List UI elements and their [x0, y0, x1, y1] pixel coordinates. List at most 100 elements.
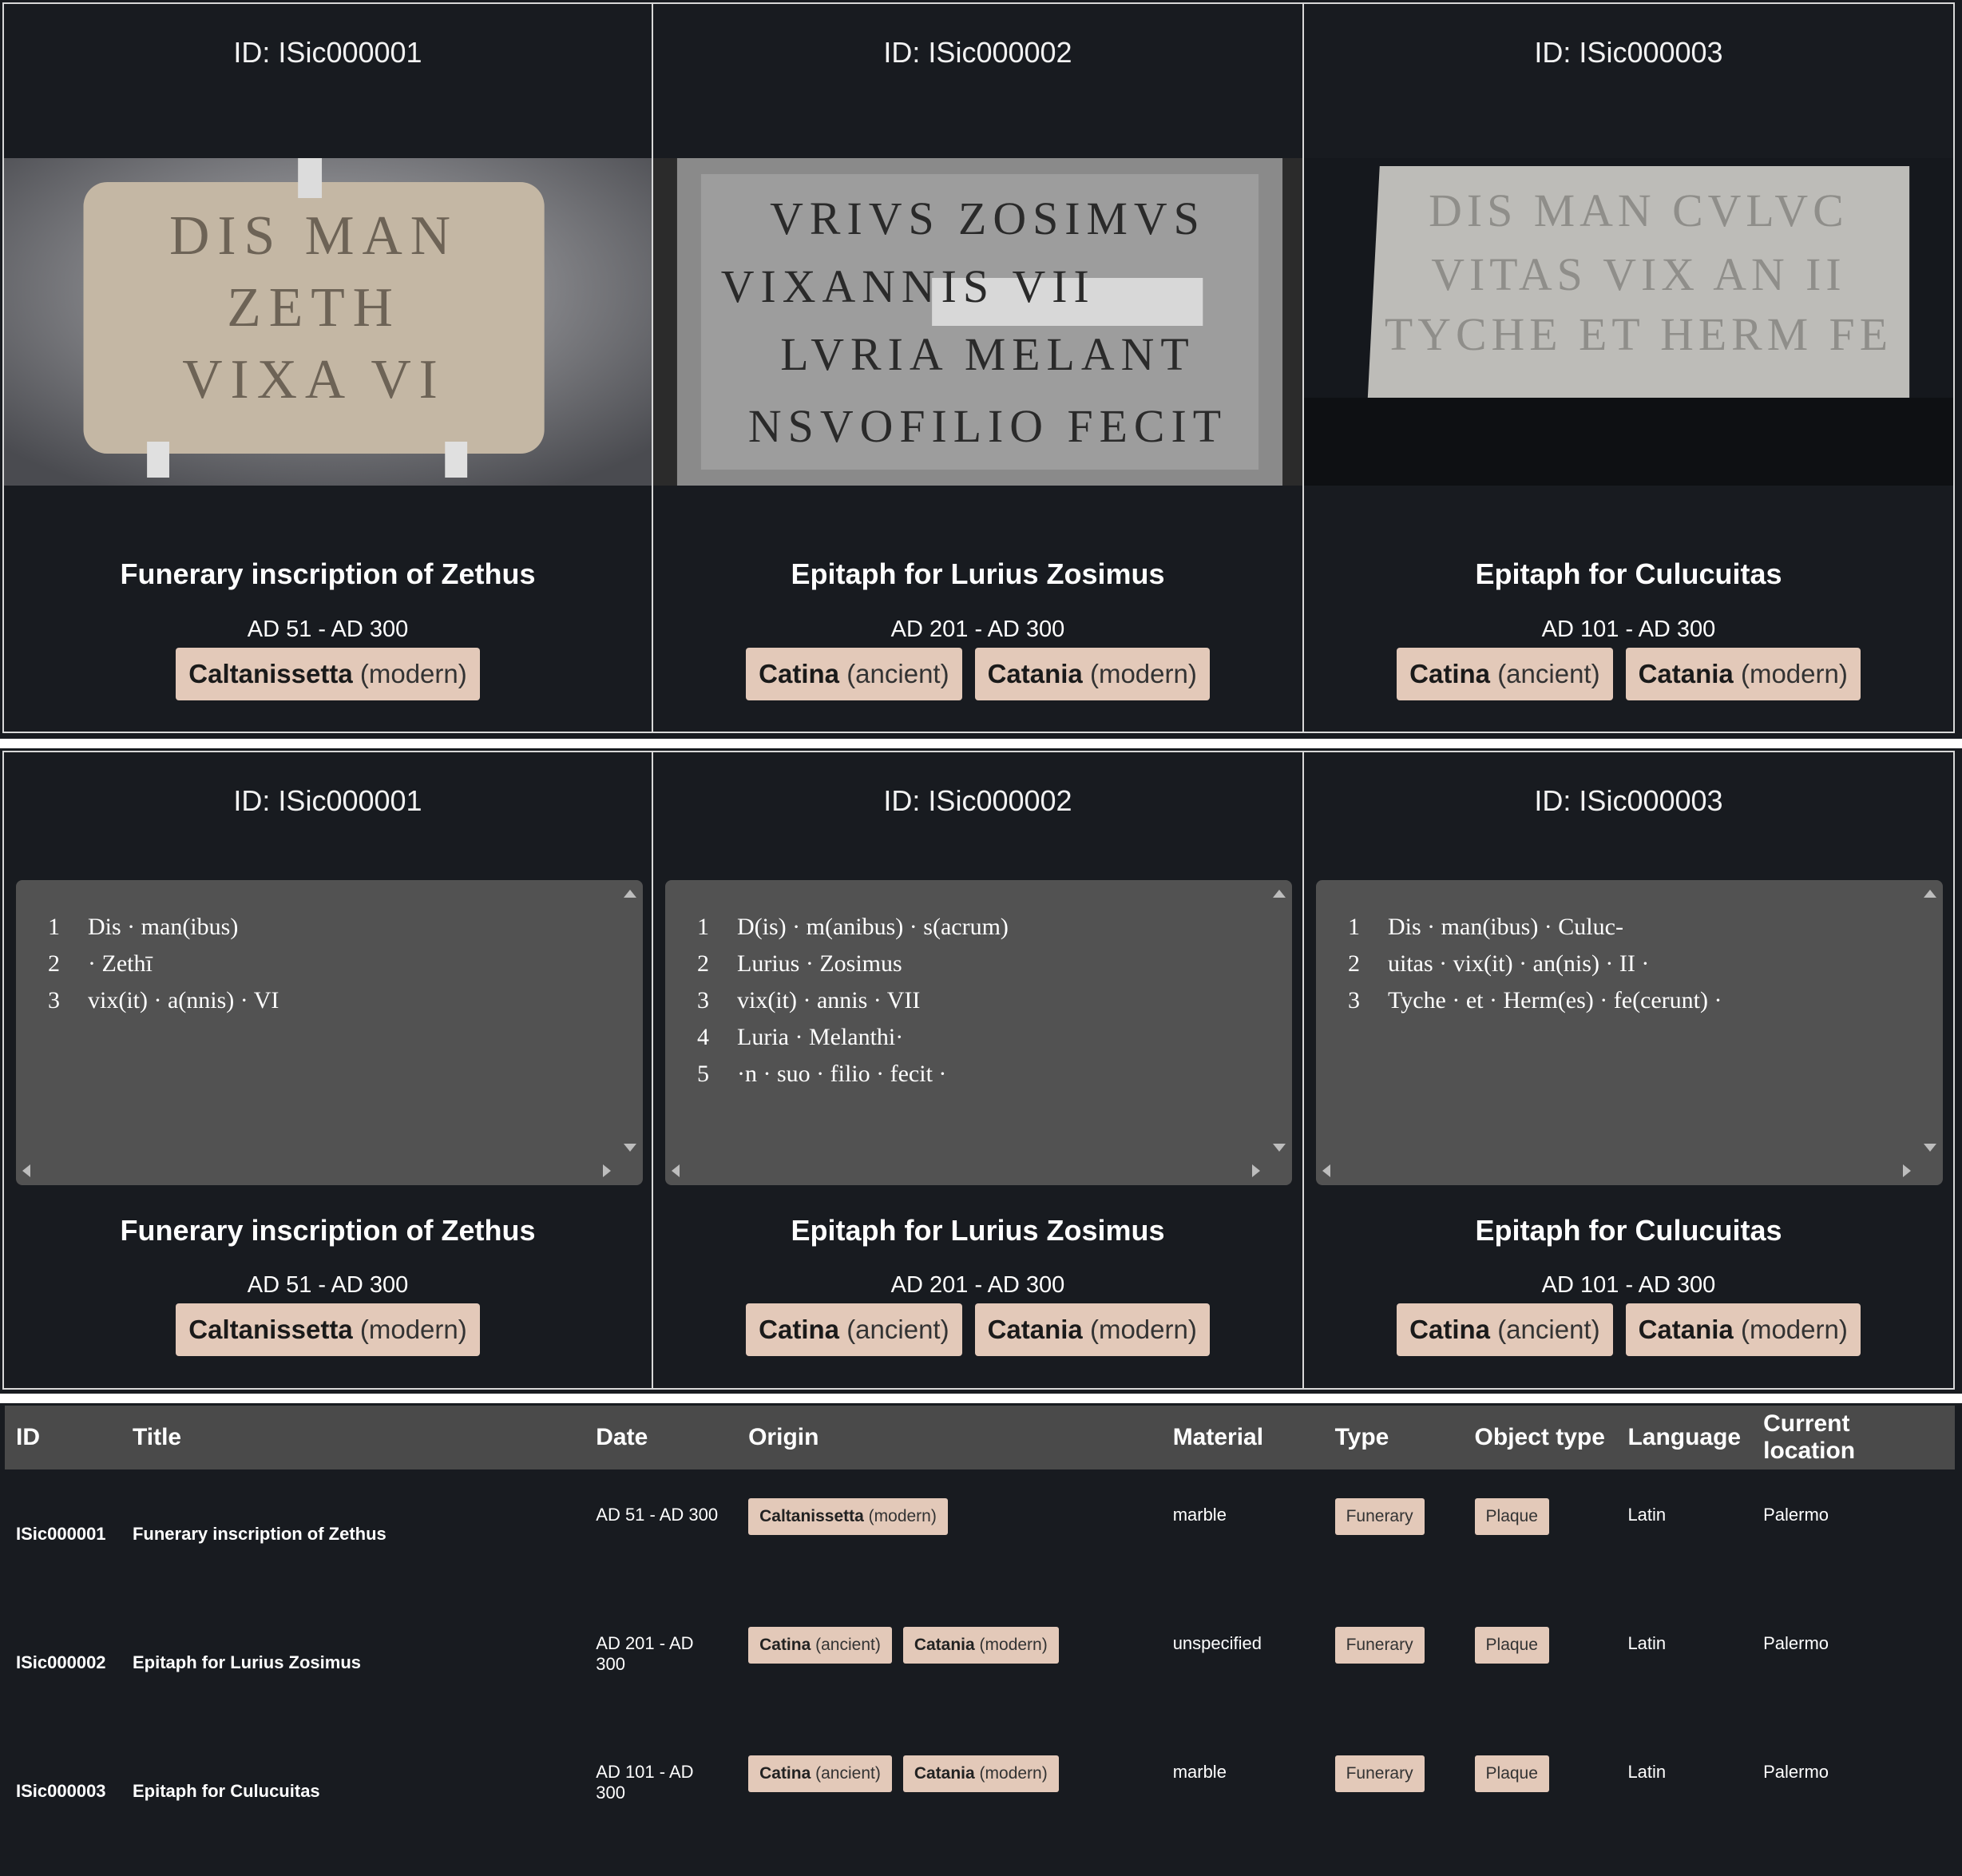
place-tag[interactable]: Catania (modern) [902, 1627, 1059, 1664]
cell-origin: Caltanissetta (modern) [737, 1469, 1162, 1598]
scroll-up-icon[interactable] [1924, 890, 1936, 898]
place-kind: (modern) [1089, 1315, 1197, 1344]
cell-title[interactable]: Epitaph for Culucuitas [121, 1727, 585, 1855]
text-line-content: · Zethī [88, 950, 153, 977]
inscription-text-panel[interactable]: 1 Dis · man(ibus) 2 · Zethī 3 vix(it) · a(n… [16, 880, 643, 1185]
place-name: Catania [1638, 1315, 1734, 1344]
place-name: Catina [759, 659, 840, 688]
svg-text:VRIVS ZOSIMVS: VRIVS ZOSIMVS [770, 192, 1206, 244]
place-name: Catina [1409, 659, 1491, 688]
inscription-photo[interactable]: DIS MAN CVLVC VITAS VIX AN II TYCHE ET H… [1304, 158, 1953, 486]
place-kind: (modern) [359, 659, 467, 688]
place-tag[interactable]: Catina (ancient) [1397, 648, 1613, 700]
text-line-content: Luria · Melanthi· [737, 1024, 904, 1050]
text-card-grid: ID: ISic000001 1 Dis · man(ibus) 2 · Zethī… [0, 748, 1962, 1394]
scroll-left-icon[interactable] [22, 1164, 30, 1177]
column-header-origin[interactable]: Origin [737, 1406, 1162, 1469]
place-tag[interactable]: Catania (modern) [1625, 648, 1861, 700]
cell-location: Palermo [1763, 1633, 1829, 1653]
text-line: 1 D(is) · m(anibus) · s(acrum) [697, 914, 1009, 940]
column-header-title[interactable]: Title [121, 1406, 585, 1469]
inscription-text-panel[interactable]: 1 Dis · man(ibus) · Culuc- 2 uitas · vix(i… [1316, 880, 1943, 1185]
text-line: 2 · Zethī [48, 950, 153, 977]
place-tag[interactable]: Caltanissetta (modern) [176, 1303, 480, 1356]
text-line-content: vix(it) · a(nnis) · VI [88, 987, 279, 1013]
card-title: Funerary inscription of Zethus [120, 557, 536, 590]
column-header-type[interactable]: Type [1324, 1406, 1464, 1469]
card-id: ID: ISic000002 [883, 36, 1072, 69]
card-id: ID: ISic000003 [1534, 784, 1723, 817]
cell-title[interactable]: Funerary inscription of Zethus [121, 1469, 585, 1598]
place-kind: (ancient) [846, 659, 949, 688]
inscription-card[interactable]: ID: ISic000001 DIS MAN ZETH VIXA VI Fune… [2, 2, 653, 733]
place-tag[interactable]: Catina (ancient) [1397, 1303, 1613, 1356]
inscription-photo[interactable]: VRIVS ZOSIMVS VIXANNIS VII LVRIA MELANT … [653, 158, 1302, 486]
cell-object-type: Plaque [1464, 1598, 1617, 1727]
place-kind: (modern) [359, 1315, 467, 1344]
place-tag[interactable]: Catania (modern) [902, 1755, 1059, 1792]
inscription-card[interactable]: ID: ISic000003 DIS MAN CVLVC VITAS VIX A… [1304, 2, 1955, 733]
type-tag[interactable]: Funerary [1334, 1627, 1425, 1664]
card-title: Funerary inscription of Zethus [120, 1214, 536, 1247]
text-line: 1 Dis · man(ibus) [48, 914, 239, 940]
cell-material: marble [1172, 1762, 1227, 1782]
inscription-text-panel[interactable]: 1 D(is) · m(anibus) · s(acrum) 2 Lurius · … [665, 880, 1292, 1185]
object-type-tag[interactable]: Plaque [1474, 1627, 1549, 1664]
scroll-right-icon[interactable] [1903, 1164, 1911, 1177]
place-tag[interactable]: Catania (modern) [1625, 1303, 1861, 1356]
type-tag[interactable]: Funerary [1334, 1755, 1425, 1792]
column-header-current-location[interactable]: Current location [1752, 1406, 1955, 1469]
inscription-card[interactable]: ID: ISic000002 VRIVS ZOSIMVS VIXANNIS VI… [653, 2, 1304, 733]
table-row[interactable]: ISic000001 Funerary inscription of Zethu… [5, 1469, 1955, 1598]
place-tags: Caltanissetta (modern) [4, 1303, 652, 1356]
place-tag[interactable]: Catina (ancient) [746, 648, 962, 700]
table-row[interactable]: ISic000002 Epitaph for Lurius Zosimus AD… [5, 1598, 1955, 1727]
scroll-up-icon[interactable] [1273, 890, 1286, 898]
card-id: ID: ISic000002 [883, 784, 1072, 817]
cell-title[interactable]: Epitaph for Lurius Zosimus [121, 1598, 585, 1727]
inscription-card[interactable]: ID: ISic000002 1 D(is) · m(anibus) · s(ac… [653, 751, 1304, 1390]
svg-text:DIS MAN: DIS MAN [169, 205, 458, 267]
text-line: 1 Dis · man(ibus) · Culuc- [1348, 914, 1623, 940]
table-row[interactable]: ISic000003 Epitaph for Culucuitas AD 101… [5, 1727, 1955, 1855]
scroll-down-icon[interactable] [624, 1144, 636, 1152]
column-header-date[interactable]: Date [585, 1406, 737, 1469]
place-tag[interactable]: Caltanissetta (modern) [748, 1498, 948, 1535]
scroll-right-icon[interactable] [603, 1164, 611, 1177]
text-line: 3 Tyche · et · Herm(es) · fe(cerunt) · [1348, 987, 1722, 1013]
place-name: Caltanissetta [188, 1315, 353, 1344]
object-type-tag[interactable]: Plaque [1474, 1498, 1549, 1535]
column-header-object-type[interactable]: Object type [1464, 1406, 1617, 1469]
svg-text:NSVOFILIO FECIT: NSVOFILIO FECIT [748, 400, 1227, 452]
column-header-language[interactable]: Language [1616, 1406, 1752, 1469]
place-tag[interactable]: Caltanissetta (modern) [176, 648, 480, 700]
inscription-card[interactable]: ID: ISic000003 1 Dis · man(ibus) · Culuc-… [1304, 751, 1955, 1390]
scroll-left-icon[interactable] [1322, 1164, 1330, 1177]
scroll-up-icon[interactable] [624, 890, 636, 898]
scroll-right-icon[interactable] [1252, 1164, 1260, 1177]
place-name: Catania [914, 1764, 975, 1783]
inscriptions-table: ID Title Date Origin Material Type Objec… [5, 1406, 1955, 1855]
place-tag[interactable]: Catina (ancient) [748, 1627, 892, 1664]
cell-object-type: Plaque [1464, 1727, 1617, 1855]
place-tag[interactable]: Catania (modern) [974, 648, 1210, 700]
column-header-id[interactable]: ID [5, 1406, 121, 1469]
cell-location: Palermo [1763, 1505, 1829, 1525]
inscription-card[interactable]: ID: ISic000001 1 Dis · man(ibus) 2 · Zethī… [2, 751, 653, 1390]
text-line: 5 ·n · suo · filio · fecit · [697, 1061, 947, 1087]
place-tag[interactable]: Catania (modern) [974, 1303, 1210, 1356]
place-tag[interactable]: Catina (ancient) [746, 1303, 962, 1356]
type-tag[interactable]: Funerary [1334, 1498, 1425, 1535]
cell-language: Latin [1627, 1505, 1667, 1525]
column-header-material[interactable]: Material [1162, 1406, 1324, 1469]
inscription-photo[interactable]: DIS MAN ZETH VIXA VI [4, 158, 652, 486]
place-name: Catina [759, 1636, 811, 1654]
place-tag[interactable]: Catina (ancient) [748, 1755, 892, 1792]
scroll-down-icon[interactable] [1924, 1144, 1936, 1152]
object-type-tag[interactable]: Plaque [1474, 1755, 1549, 1792]
svg-text:VIXA VI: VIXA VI [182, 349, 446, 410]
place-name: Catina [759, 1315, 840, 1344]
card-date: AD 101 - AD 300 [1541, 617, 1716, 642]
scroll-down-icon[interactable] [1273, 1144, 1286, 1152]
scroll-left-icon[interactable] [672, 1164, 680, 1177]
